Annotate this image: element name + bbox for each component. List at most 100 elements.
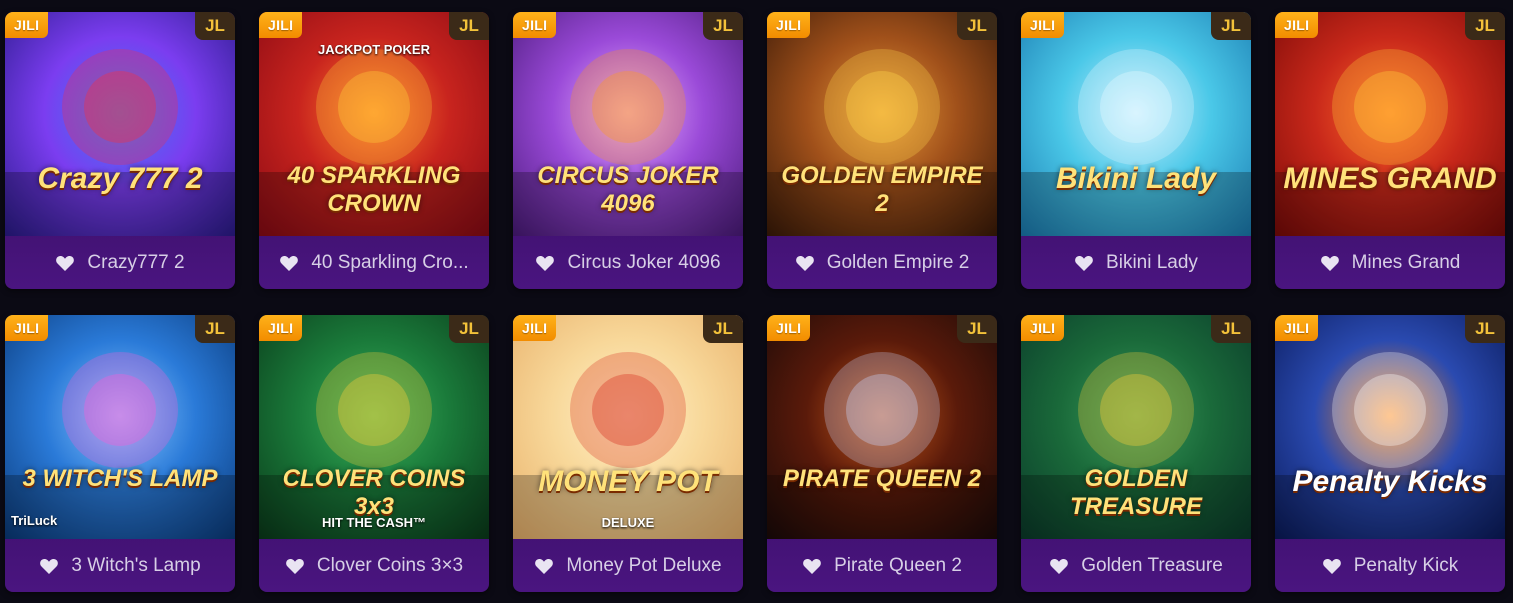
heart-icon[interactable]	[1074, 254, 1094, 272]
game-name[interactable]: 40 Sparkling Cro...	[311, 252, 468, 274]
game-caption: Clover Coins 3×3	[259, 539, 489, 592]
heart-icon[interactable]	[55, 254, 75, 272]
heart-icon[interactable]	[279, 254, 299, 272]
game-caption: Bikini Lady	[1021, 236, 1251, 289]
studio-badge: JL	[449, 12, 489, 40]
studio-badge: JL	[1465, 12, 1505, 40]
game-thumbnail[interactable]: CIRCUS JOKER 4096 JILI JL	[513, 12, 743, 236]
provider-badge: JILI	[5, 12, 49, 38]
game-name[interactable]: Golden Empire 2	[827, 252, 970, 274]
provider-badge: JILI	[259, 315, 303, 341]
game-logo-text: PIRATE QUEEN 2	[782, 465, 982, 492]
game-logo-text: GOLDEN TREASURE	[1069, 465, 1202, 520]
heart-icon[interactable]	[1320, 254, 1340, 272]
game-card[interactable]: MONEY POT DELUXE JILI JL Money Pot Deluxe	[513, 315, 743, 592]
game-logo-text: 40 SPARKLING CROWN	[287, 162, 461, 217]
game-logo-text: Crazy 777 2	[37, 162, 203, 195]
game-art	[5, 315, 235, 539]
game-thumbnail[interactable]: 40 SPARKLING CROWN JACKPOT POKER JILI JL	[259, 12, 489, 236]
game-art	[1021, 12, 1251, 236]
game-name[interactable]: Circus Joker 4096	[567, 252, 720, 274]
game-thumbnail[interactable]: GOLDEN EMPIRE 2 JILI JL	[767, 12, 997, 236]
provider-badge: JILI	[1275, 315, 1319, 341]
game-name[interactable]: Pirate Queen 2	[834, 555, 962, 577]
game-card[interactable]: Crazy 777 2 JILI JL Crazy777 2	[5, 12, 235, 289]
game-logo-text: 3 WITCH'S LAMP	[22, 465, 218, 492]
heart-icon[interactable]	[795, 254, 815, 272]
heart-icon[interactable]	[1322, 557, 1342, 575]
heart-icon[interactable]	[534, 557, 554, 575]
game-logo-text: Penalty Kicks	[1292, 465, 1488, 498]
game-caption: Pirate Queen 2	[767, 539, 997, 592]
provider-badge: JILI	[767, 12, 811, 38]
game-thumbnail[interactable]: 3 WITCH'S LAMP TriLuck JILI JL	[5, 315, 235, 539]
game-caption: Crazy777 2	[5, 236, 235, 289]
game-thumbnail[interactable]: MINES GRAND JILI JL	[1275, 12, 1505, 236]
game-logo-subtext: TriLuck	[11, 513, 58, 528]
game-name[interactable]: Golden Treasure	[1081, 555, 1223, 577]
provider-badge: JILI	[259, 12, 303, 38]
game-thumbnail[interactable]: CLOVER COINS 3x3 HIT THE CASH™ JILI JL	[259, 315, 489, 539]
provider-badge: JILI	[1021, 315, 1065, 341]
game-logo-text: MONEY POT	[538, 465, 718, 498]
heart-icon[interactable]	[535, 254, 555, 272]
game-logo-text: CLOVER COINS 3x3	[282, 465, 466, 520]
game-card[interactable]: 3 WITCH'S LAMP TriLuck JILI JL 3 Witch's Lam…	[5, 315, 235, 592]
provider-badge: JILI	[513, 12, 557, 38]
game-card[interactable]: MINES GRAND JILI JL Mines Grand	[1275, 12, 1505, 289]
heart-icon[interactable]	[39, 557, 59, 575]
game-art	[767, 315, 997, 539]
game-card[interactable]: Penalty Kicks JILI JL Penalty Kick	[1275, 315, 1505, 592]
studio-badge: JL	[957, 315, 997, 343]
game-card[interactable]: PIRATE QUEEN 2 JILI JL Pirate Queen 2	[767, 315, 997, 592]
game-thumbnail[interactable]: Bikini Lady JILI JL	[1021, 12, 1251, 236]
game-thumbnail[interactable]: PIRATE QUEEN 2 JILI JL	[767, 315, 997, 539]
provider-badge: JILI	[1275, 12, 1319, 38]
game-name[interactable]: 3 Witch's Lamp	[71, 555, 200, 577]
studio-badge: JL	[703, 315, 743, 343]
provider-badge: JILI	[5, 315, 49, 341]
game-card[interactable]: GOLDEN EMPIRE 2 JILI JL Golden Empire 2	[767, 12, 997, 289]
game-card[interactable]: 40 SPARKLING CROWN JACKPOT POKER JILI JL 40 …	[259, 12, 489, 289]
heart-icon[interactable]	[802, 557, 822, 575]
game-card[interactable]: Bikini Lady JILI JL Bikini Lady	[1021, 12, 1251, 289]
games-grid: Crazy 777 2 JILI JL Crazy777 2 40 SPARKLING …	[0, 0, 1513, 603]
game-logo-text: Bikini Lady	[1055, 162, 1217, 195]
game-logo-text: CIRCUS JOKER 4096	[537, 162, 719, 217]
game-name[interactable]: Bikini Lady	[1106, 252, 1198, 274]
game-name[interactable]: Clover Coins 3×3	[317, 555, 463, 577]
game-art	[5, 12, 235, 236]
provider-badge: JILI	[767, 315, 811, 341]
game-logo-subtext: JACKPOT POKER	[318, 42, 430, 57]
game-thumbnail[interactable]: GOLDEN TREASURE JILI JL	[1021, 315, 1251, 539]
game-logo-text: GOLDEN EMPIRE 2	[781, 162, 983, 217]
game-art	[1275, 12, 1505, 236]
game-name[interactable]: Crazy777 2	[87, 252, 184, 274]
game-thumbnail[interactable]: Crazy 777 2 JILI JL	[5, 12, 235, 236]
game-thumbnail[interactable]: MONEY POT DELUXE JILI JL	[513, 315, 743, 539]
heart-icon[interactable]	[1049, 557, 1069, 575]
game-caption: 40 Sparkling Cro...	[259, 236, 489, 289]
provider-badge: JILI	[1021, 12, 1065, 38]
studio-badge: JL	[1465, 315, 1505, 343]
game-card[interactable]: GOLDEN TREASURE JILI JL Golden Treasure	[1021, 315, 1251, 592]
studio-badge: JL	[195, 315, 235, 343]
game-name[interactable]: Mines Grand	[1352, 252, 1461, 274]
studio-badge: JL	[1211, 315, 1251, 343]
studio-badge: JL	[1211, 12, 1251, 40]
game-art	[513, 315, 743, 539]
game-caption: Mines Grand	[1275, 236, 1505, 289]
game-caption: Golden Treasure	[1021, 539, 1251, 592]
game-logo-subtext: HIT THE CASH™	[322, 515, 426, 530]
game-card[interactable]: CIRCUS JOKER 4096 JILI JL Circus Joker 4096	[513, 12, 743, 289]
heart-icon[interactable]	[285, 557, 305, 575]
game-art	[1275, 315, 1505, 539]
game-name[interactable]: Penalty Kick	[1354, 555, 1459, 577]
studio-badge: JL	[195, 12, 235, 40]
studio-badge: JL	[957, 12, 997, 40]
game-name[interactable]: Money Pot Deluxe	[566, 555, 721, 577]
game-logo-subtext: DELUXE	[601, 515, 655, 530]
game-card[interactable]: CLOVER COINS 3x3 HIT THE CASH™ JILI JL Clove…	[259, 315, 489, 592]
game-caption: Golden Empire 2	[767, 236, 997, 289]
game-thumbnail[interactable]: Penalty Kicks JILI JL	[1275, 315, 1505, 539]
